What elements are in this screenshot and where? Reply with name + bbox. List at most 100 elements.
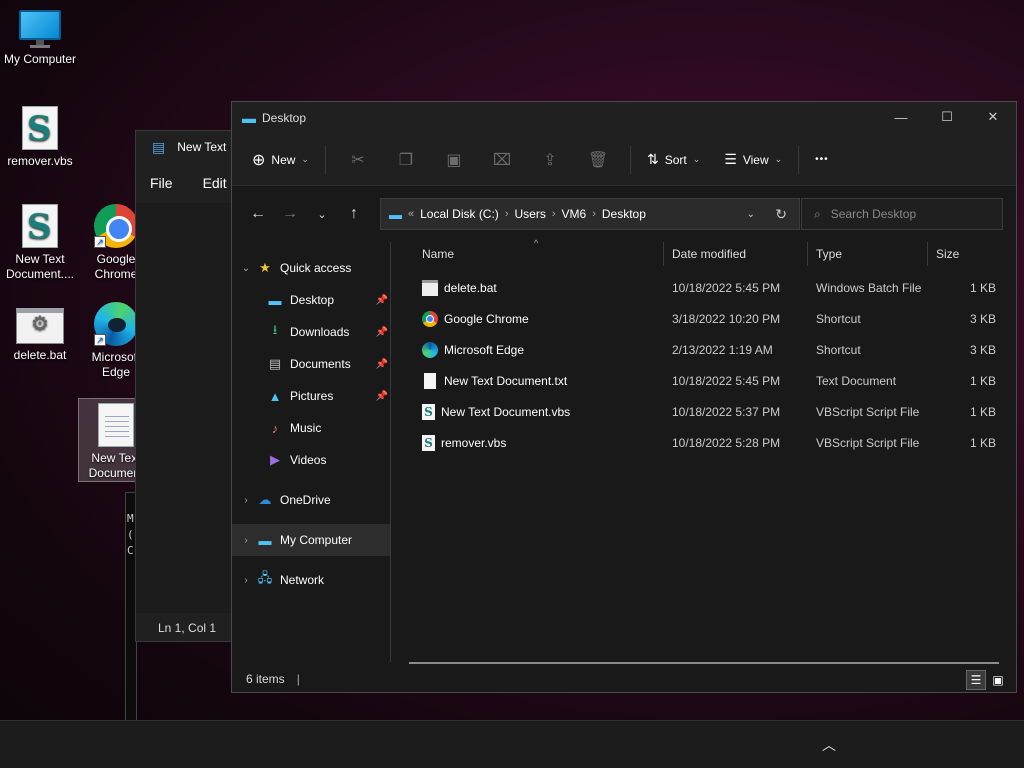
pin-icon: 📌 bbox=[375, 326, 388, 338]
nav-my-computer[interactable]: › ▬ My Computer bbox=[232, 524, 390, 556]
details-view-icon: ☰ bbox=[970, 673, 982, 687]
file-name: remover.vbs bbox=[441, 435, 507, 450]
copy-button[interactable]: ❐ bbox=[382, 142, 430, 178]
nav-music[interactable]: ♪ Music bbox=[232, 412, 390, 444]
table-row[interactable]: Microsoft Edge 2/13/2022 1:19 AM Shortcu… bbox=[402, 334, 1008, 365]
file-date: 10/18/2022 5:28 PM bbox=[672, 435, 781, 450]
file-date: 10/18/2022 5:45 PM bbox=[672, 280, 781, 295]
file-name: New Text Document.vbs bbox=[441, 404, 571, 419]
desktop-icon-my-computer[interactable]: My Computer bbox=[0, 10, 80, 67]
breadcrumb-overflow-icon[interactable]: « bbox=[408, 208, 414, 220]
arrow-right-icon: → bbox=[282, 205, 298, 222]
share-button[interactable]: ⇪ bbox=[526, 142, 574, 178]
forward-button[interactable]: → bbox=[274, 198, 306, 230]
minimize-button[interactable]: — bbox=[878, 102, 924, 132]
videos-icon: ▶ bbox=[270, 452, 280, 467]
nav-onedrive[interactable]: › ☁ OneDrive bbox=[232, 484, 390, 516]
address-dropdown-button[interactable]: ⌄ bbox=[747, 209, 755, 220]
file-type: VBScript Script File bbox=[816, 435, 920, 450]
file-explorer-window[interactable]: ▬ Desktop — ☐ ✕ ⊕ New ⌄ ✂ ❐ ▣ ⌧ ⇪ 🗑 ⇅ So… bbox=[231, 101, 1017, 693]
table-row[interactable]: S New Text Document.vbs 10/18/2022 5:37 P… bbox=[402, 396, 1008, 427]
shortcut-arrow-icon: ↗ bbox=[94, 236, 106, 248]
desktop-icon-label: My Computer bbox=[3, 52, 77, 66]
chevron-down-icon: ⌄ bbox=[301, 154, 309, 164]
refresh-button[interactable]: ↻ bbox=[775, 206, 787, 223]
horizontal-scrollbar[interactable] bbox=[409, 662, 999, 664]
breadcrumb-users[interactable]: Users bbox=[514, 207, 545, 221]
up-button[interactable]: ↑ bbox=[338, 198, 370, 230]
column-header-name[interactable]: Name ^ bbox=[402, 238, 664, 266]
file-type: Shortcut bbox=[816, 342, 861, 357]
sort-label: Sort bbox=[664, 152, 687, 167]
chevron-down-icon: ⌄ bbox=[317, 208, 327, 221]
navigation-pane: ⌄ ★ Quick access ▬ Desktop 📌 ⭳ Downloads… bbox=[232, 242, 390, 662]
table-row[interactable]: New Text Document.txt 10/18/2022 5:45 PM… bbox=[402, 365, 1008, 396]
table-row[interactable]: Sremover.vbs 10/18/2022 5:28 PM VBScript… bbox=[402, 427, 1008, 458]
breadcrumb-vm6[interactable]: VM6 bbox=[562, 207, 587, 221]
maximize-button[interactable]: ☐ bbox=[924, 102, 970, 132]
column-header-date[interactable]: Date modified bbox=[664, 242, 808, 266]
rename-button[interactable]: ⌧ bbox=[478, 142, 526, 178]
back-button[interactable]: ← bbox=[242, 198, 274, 230]
chevron-right-icon[interactable]: › bbox=[236, 495, 256, 506]
address-bar[interactable]: ▬ « Local Disk (C:) › Users › VM6 › Desk… bbox=[380, 198, 800, 230]
pin-icon: 📌 bbox=[375, 390, 388, 402]
new-label: New bbox=[271, 152, 296, 167]
sort-button[interactable]: ⇅ Sort ⌄ bbox=[639, 142, 708, 178]
breadcrumb-desktop[interactable]: Desktop bbox=[602, 207, 646, 221]
text-document-icon bbox=[424, 372, 436, 389]
taskbar: ︿ bbox=[0, 720, 1024, 768]
view-icon: ☰ bbox=[724, 151, 737, 167]
notepad-text-area[interactable] bbox=[136, 203, 244, 613]
notepad-titlebar[interactable]: ▤ New Text bbox=[136, 131, 244, 163]
breadcrumb-local-disk[interactable]: Local Disk (C:) bbox=[420, 207, 499, 221]
file-name: Google Chrome bbox=[444, 311, 529, 326]
new-button[interactable]: ⊕ New ⌄ bbox=[244, 142, 317, 178]
delete-button[interactable]: 🗑 bbox=[574, 142, 622, 178]
file-name: New Text Document.txt bbox=[444, 373, 568, 388]
chevron-right-icon[interactable]: › bbox=[236, 535, 256, 546]
column-header-type[interactable]: Type bbox=[808, 242, 928, 266]
nav-downloads[interactable]: ⭳ Downloads 📌 bbox=[232, 316, 390, 348]
nav-network[interactable]: › 🖧 Network bbox=[232, 564, 390, 596]
file-name: Microsoft Edge bbox=[444, 342, 525, 357]
menu-edit[interactable]: Edit bbox=[203, 175, 227, 191]
more-options-button[interactable]: ••• bbox=[807, 142, 837, 178]
nav-label: Videos bbox=[290, 453, 327, 467]
details-view-button[interactable]: ☰ bbox=[966, 670, 986, 690]
nav-pictures[interactable]: ▲ Pictures 📌 bbox=[232, 380, 390, 412]
nav-quick-access[interactable]: ⌄ ★ Quick access bbox=[232, 252, 390, 284]
nav-documents[interactable]: ▤ Documents 📌 bbox=[232, 348, 390, 380]
vbs-script-icon: S bbox=[22, 106, 58, 150]
table-row[interactable]: delete.bat 10/18/2022 5:45 PM Windows Ba… bbox=[402, 272, 1008, 303]
nav-videos[interactable]: ▶ Videos bbox=[232, 444, 390, 476]
search-input[interactable]: ⌕ Search Desktop bbox=[801, 198, 1003, 230]
chevron-right-icon[interactable]: › bbox=[236, 575, 256, 586]
desktop-icon-new-text-document-vbs[interactable]: S New Text Document.... bbox=[0, 204, 80, 282]
view-button[interactable]: ☰ View ⌄ bbox=[716, 142, 790, 178]
file-type: VBScript Script File bbox=[816, 404, 920, 419]
show-hidden-icons-button[interactable]: ︿ bbox=[822, 735, 836, 755]
edge-icon: ↗ bbox=[94, 302, 138, 346]
close-button[interactable]: ✕ bbox=[970, 102, 1016, 132]
tiles-view-icon: ▣ bbox=[992, 673, 1004, 687]
tiles-view-button[interactable]: ▣ bbox=[988, 670, 1008, 690]
explorer-titlebar[interactable]: ▬ Desktop — ☐ ✕ bbox=[232, 102, 1016, 134]
nav-desktop[interactable]: ▬ Desktop 📌 bbox=[232, 284, 390, 316]
column-header-size[interactable]: Size bbox=[928, 242, 1002, 266]
chevron-down-icon: ⌄ bbox=[692, 154, 701, 164]
desktop-icon-label: remover.vbs bbox=[7, 154, 73, 168]
notepad-window[interactable]: ▤ New Text File Edit Ln 1, Col 1 bbox=[135, 130, 245, 642]
menu-file[interactable]: File bbox=[150, 175, 173, 191]
monitor-icon bbox=[19, 10, 61, 48]
cut-button[interactable]: ✂ bbox=[334, 142, 382, 178]
file-size: 1 KB bbox=[969, 435, 996, 450]
pane-divider[interactable] bbox=[390, 242, 391, 662]
chevron-down-icon[interactable]: ⌄ bbox=[236, 263, 256, 274]
paste-button[interactable]: ▣ bbox=[430, 142, 478, 178]
desktop-icon-remover-vbs[interactable]: S remover.vbs bbox=[0, 106, 80, 169]
recent-locations-button[interactable]: ⌄ bbox=[306, 198, 338, 230]
desktop-icon-delete-bat[interactable]: ⚙ delete.bat bbox=[0, 308, 80, 363]
vbs-script-icon: S bbox=[422, 403, 435, 420]
table-row[interactable]: Google Chrome 3/18/2022 10:20 PM Shortcu… bbox=[402, 303, 1008, 334]
